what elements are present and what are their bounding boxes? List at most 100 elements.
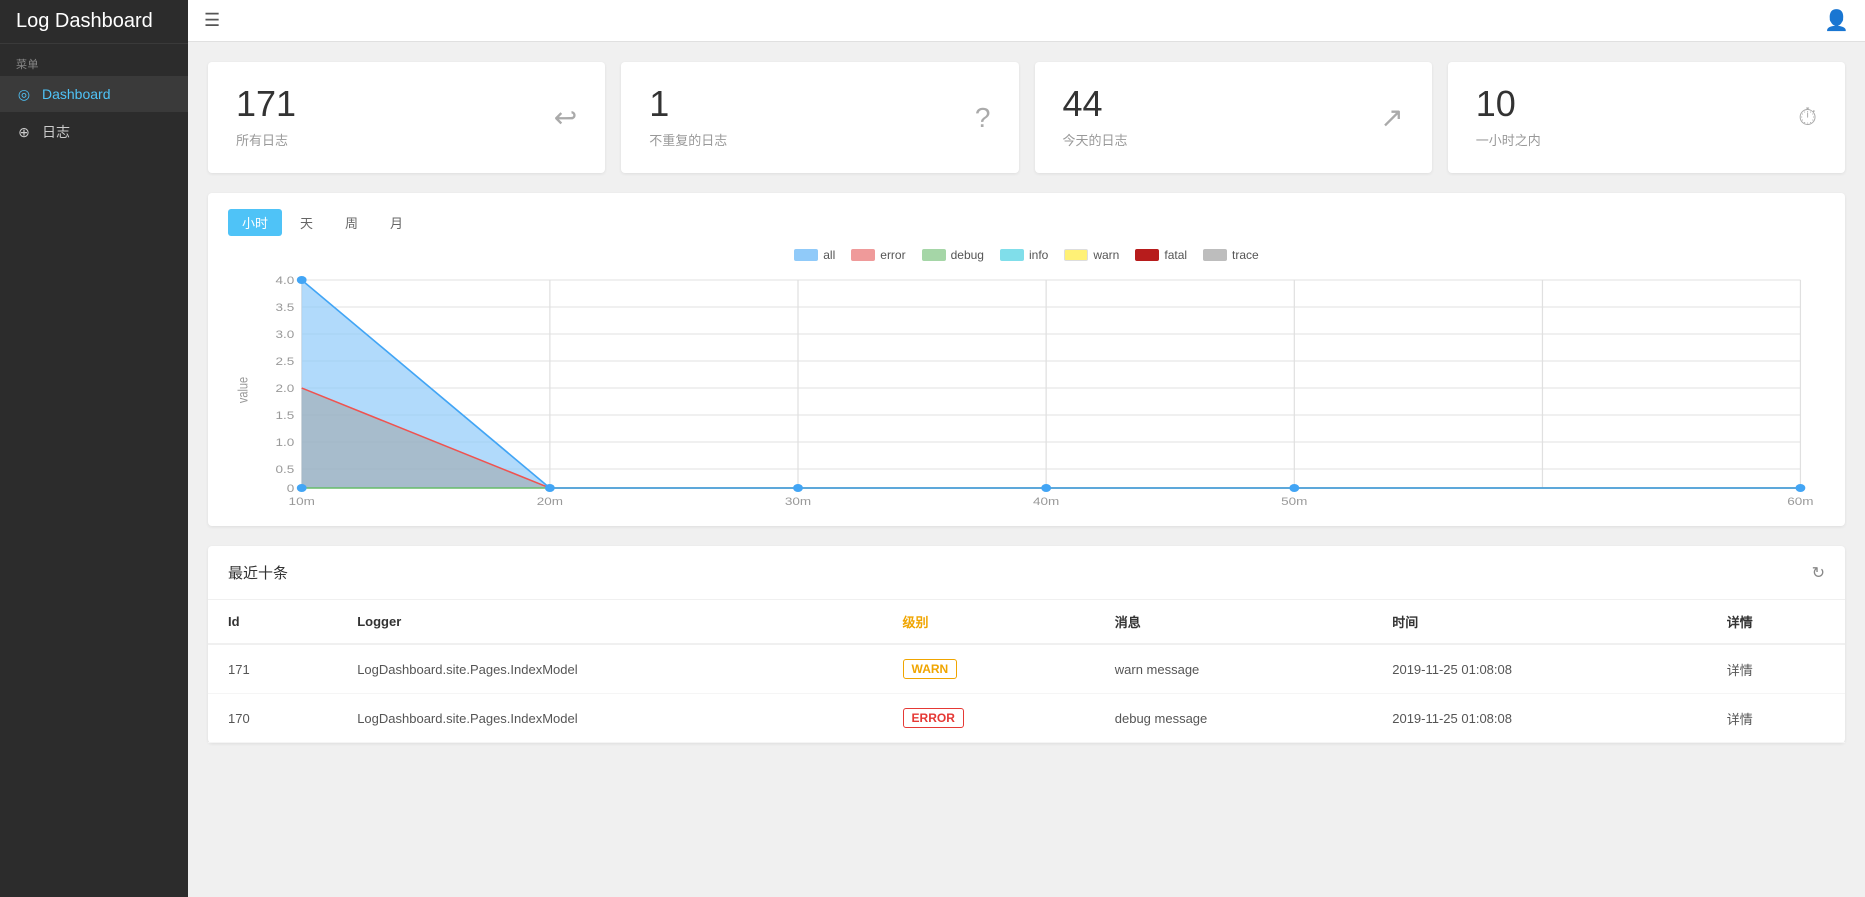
legend-color-all <box>794 249 818 261</box>
detail-link[interactable]: 详情 <box>1727 712 1753 727</box>
legend-label-trace: trace <box>1232 248 1259 262</box>
dashboard-icon: ◎ <box>16 86 32 102</box>
legend-color-error <box>851 249 875 261</box>
svg-text:1.5: 1.5 <box>276 409 295 421</box>
point-30m <box>793 484 803 492</box>
legend-all: all <box>794 248 835 262</box>
chart-tab-week[interactable]: 周 <box>331 209 372 236</box>
unique-logs-icon: ? <box>975 102 991 134</box>
chart-tab-hour[interactable]: 小时 <box>228 209 282 236</box>
col-message: 消息 <box>1095 600 1372 644</box>
sidebar-item-dashboard[interactable]: ◎ Dashboard <box>0 76 188 112</box>
col-level: 级别 <box>883 600 1095 644</box>
legend-info: info <box>1000 248 1048 262</box>
cell-logger: LogDashboard.site.Pages.IndexModel <box>337 694 882 743</box>
all-logs-icon: ↩ <box>554 101 577 134</box>
sidebar: Log Dashboard 菜单 ◎ Dashboard ⊕ 日志 <box>0 0 188 897</box>
legend-label-fatal: fatal <box>1164 248 1187 262</box>
chart-section: 小时 天 周 月 all error debug <box>208 193 1845 526</box>
col-detail: 详情 <box>1707 600 1845 644</box>
svg-text:4.0: 4.0 <box>276 274 295 286</box>
legend-label-all: all <box>823 248 835 262</box>
legend-label-debug: debug <box>951 248 984 262</box>
sidebar-item-label-logs: 日志 <box>42 122 70 142</box>
line-all <box>302 280 1801 488</box>
cell-level: ERROR <box>883 694 1095 743</box>
stat-label-today: 今天的日志 <box>1063 130 1128 149</box>
hour-logs-icon: ⏱ <box>1798 104 1817 132</box>
svg-text:2.5: 2.5 <box>276 355 295 367</box>
logs-icon: ⊕ <box>16 124 32 140</box>
point-10m <box>297 484 307 492</box>
cell-detail[interactable]: 详情 <box>1707 694 1845 743</box>
cell-level: WARN <box>883 644 1095 694</box>
legend-label-warn: warn <box>1093 248 1119 262</box>
cell-logger: LogDashboard.site.Pages.IndexModel <box>337 644 882 694</box>
chart-container: 4.0 3.5 3.0 2.5 2.0 1.5 1.0 0.5 0 value … <box>228 270 1825 510</box>
svg-text:40m: 40m <box>1033 495 1059 507</box>
point-60m <box>1796 484 1806 492</box>
stat-card-hour: 10 一小时之内 ⏱ <box>1448 62 1845 173</box>
table-title: 最近十条 <box>228 562 288 583</box>
legend-color-debug <box>922 249 946 261</box>
table-body: 171 LogDashboard.site.Pages.IndexModel W… <box>208 644 1845 743</box>
sidebar-title: Log Dashboard <box>0 0 188 44</box>
svg-text:10m: 10m <box>289 495 315 507</box>
main-area: ☰ 👤 171 所有日志 ↩ 1 不重复的日志 ? <box>188 0 1865 897</box>
cell-detail[interactable]: 详情 <box>1707 644 1845 694</box>
stats-row: 171 所有日志 ↩ 1 不重复的日志 ? 44 今天的日志 ↗ <box>208 62 1845 173</box>
chart-tabs: 小时 天 周 月 <box>228 209 1825 236</box>
topbar: ☰ 👤 <box>188 0 1865 42</box>
sidebar-item-logs[interactable]: ⊕ 日志 <box>0 112 188 152</box>
cell-message: warn message <box>1095 644 1372 694</box>
col-logger: Logger <box>337 600 882 644</box>
stat-label-all: 所有日志 <box>236 130 296 149</box>
content: 171 所有日志 ↩ 1 不重复的日志 ? 44 今天的日志 ↗ <box>188 42 1865 763</box>
stat-label-hour: 一小时之内 <box>1476 130 1541 149</box>
stat-number-hour: 10 <box>1476 86 1541 122</box>
table-section: 最近十条 ↻ Id Logger 级别 消息 时间 详情 171 <box>208 546 1845 743</box>
svg-text:1.0: 1.0 <box>276 436 295 448</box>
svg-text:value: value <box>236 377 251 403</box>
chart-tab-day[interactable]: 天 <box>286 209 327 236</box>
stat-number-all: 171 <box>236 86 296 122</box>
user-icon[interactable]: 👤 <box>1824 8 1849 33</box>
legend-fatal: fatal <box>1135 248 1187 262</box>
logs-table: Id Logger 级别 消息 时间 详情 171 LogDashboard.s… <box>208 600 1845 743</box>
legend-trace: trace <box>1203 248 1259 262</box>
table-row: 170 LogDashboard.site.Pages.IndexModel E… <box>208 694 1845 743</box>
sidebar-item-label-dashboard: Dashboard <box>42 86 111 102</box>
cell-id: 171 <box>208 644 337 694</box>
legend-debug: debug <box>922 248 984 262</box>
svg-text:20m: 20m <box>537 495 563 507</box>
svg-text:0: 0 <box>287 482 295 494</box>
stat-card-all: 171 所有日志 ↩ <box>208 62 605 173</box>
cell-message: debug message <box>1095 694 1372 743</box>
cell-id: 170 <box>208 694 337 743</box>
legend-label-info: info <box>1029 248 1048 262</box>
stat-label-unique: 不重复的日志 <box>649 130 727 149</box>
chart-svg: 4.0 3.5 3.0 2.5 2.0 1.5 1.0 0.5 0 value … <box>228 270 1825 510</box>
today-logs-icon: ↗ <box>1380 101 1403 134</box>
svg-text:0.5: 0.5 <box>276 463 295 475</box>
legend-color-trace <box>1203 249 1227 261</box>
point-50m <box>1289 484 1299 492</box>
chart-tab-month[interactable]: 月 <box>376 209 417 236</box>
legend-warn: warn <box>1064 248 1119 262</box>
refresh-icon[interactable]: ↻ <box>1812 563 1825 583</box>
svg-text:30m: 30m <box>785 495 811 507</box>
svg-text:3.5: 3.5 <box>276 301 295 313</box>
point-20m <box>545 484 555 492</box>
legend-color-warn <box>1064 249 1088 261</box>
legend-label-error: error <box>880 248 905 262</box>
detail-link[interactable]: 详情 <box>1727 663 1753 678</box>
legend-color-info <box>1000 249 1024 261</box>
cell-time: 2019-11-25 01:08:08 <box>1372 694 1707 743</box>
level-badge-warn: WARN <box>903 659 958 679</box>
col-id: Id <box>208 600 337 644</box>
point-start <box>297 276 307 284</box>
level-badge-error: ERROR <box>903 708 964 728</box>
svg-text:2.0: 2.0 <box>276 382 295 394</box>
svg-text:60m: 60m <box>1787 495 1813 507</box>
menu-icon[interactable]: ☰ <box>204 10 220 31</box>
